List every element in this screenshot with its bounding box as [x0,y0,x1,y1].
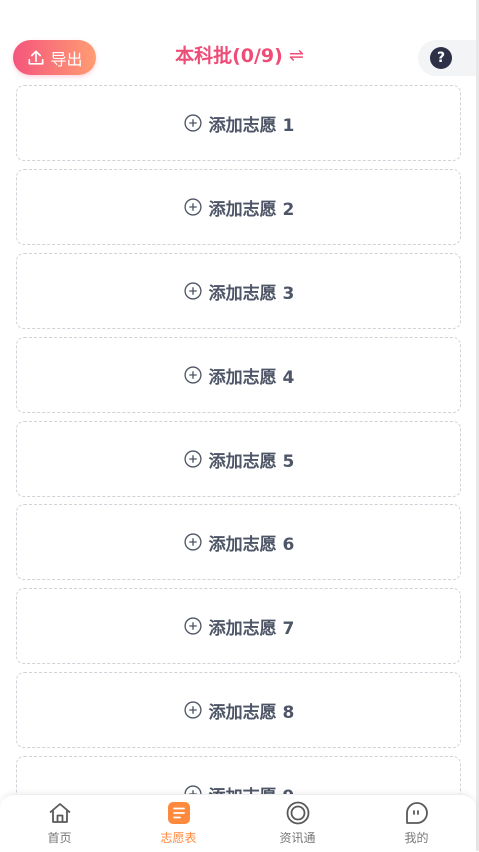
list-icon [166,800,192,826]
tab-label: 我的 [404,831,429,845]
help-button[interactable]: ? [418,40,476,76]
swap-icon[interactable]: ⇌ [289,42,304,70]
add-volunteer-slot-8[interactable]: 添加志愿 8 [16,672,461,748]
add-volunteer-slot-5[interactable]: 添加志愿 5 [16,421,461,497]
home-icon [47,800,73,826]
profile-face-icon [404,800,430,826]
plus-circle-icon [184,114,202,132]
plus-circle-icon [184,198,202,216]
batch-title: 本科批(0/9) [175,45,283,67]
slot-label: 添加志愿 3 [208,283,295,304]
slot-label: 添加志愿 5 [208,451,295,472]
plus-circle-icon [184,450,202,468]
tab-volunteer-table[interactable]: 志愿表 [119,795,238,852]
bottom-tab-bar: 首页 志愿表 资讯通 我的 [0,794,476,852]
add-volunteer-slot-2[interactable]: 添加志愿 2 [16,169,461,245]
tab-mine[interactable]: 我的 [357,795,476,852]
slot-label: 添加志愿 6 [208,534,295,555]
plus-circle-icon [184,701,202,719]
add-volunteer-slot-3[interactable]: 添加志愿 3 [16,253,461,329]
help-icon: ? [430,47,452,69]
plus-circle-icon [184,617,202,635]
slot-label: 添加志愿 7 [208,618,295,639]
news-ring-icon [285,800,311,826]
slot-label: 添加志愿 4 [208,367,295,388]
tab-label: 资讯通 [279,831,316,845]
slot-label: 添加志愿 2 [208,199,295,220]
tab-label: 志愿表 [160,831,197,845]
add-volunteer-slot-7[interactable]: 添加志愿 7 [16,588,461,664]
header-bar: 导出 本科批(0/9) ⇌ ? [0,40,479,76]
add-volunteer-slot-1[interactable]: 添加志愿 1 [16,85,461,161]
slot-label: 添加志愿 1 [208,115,295,136]
add-volunteer-slot-6[interactable]: 添加志愿 6 [16,504,461,580]
slot-label: 添加志愿 8 [208,702,295,723]
tab-label: 首页 [47,831,72,845]
tab-home[interactable]: 首页 [0,795,119,852]
plus-circle-icon [184,366,202,384]
plus-circle-icon [184,282,202,300]
page-title[interactable]: 本科批(0/9) ⇌ [0,40,479,72]
tab-news[interactable]: 资讯通 [238,795,357,852]
plus-circle-icon [184,533,202,551]
add-volunteer-slot-4[interactable]: 添加志愿 4 [16,337,461,413]
